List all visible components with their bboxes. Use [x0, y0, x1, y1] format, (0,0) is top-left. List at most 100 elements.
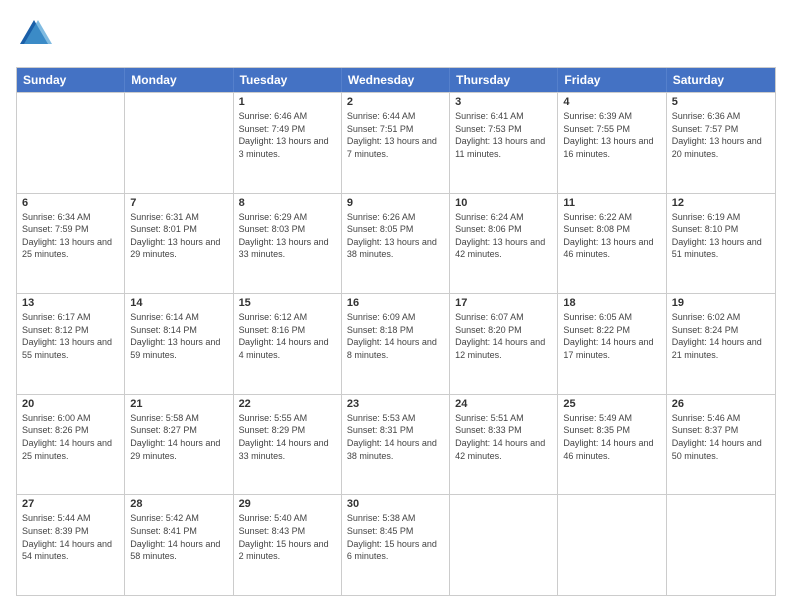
cal-row-5: 27 Sunrise: 5:44 AM Sunset: 8:39 PM Dayli…	[17, 494, 775, 595]
day-info: Sunrise: 5:42 AM Sunset: 8:41 PM Dayligh…	[130, 512, 227, 562]
day-info: Sunrise: 6:34 AM Sunset: 7:59 PM Dayligh…	[22, 211, 119, 261]
day-number: 22	[239, 398, 336, 410]
cal-cell-3-1: 13 Sunrise: 6:17 AM Sunset: 8:12 PM Dayli…	[17, 294, 125, 394]
day-number: 14	[130, 297, 227, 309]
day-number: 12	[672, 197, 770, 209]
cal-cell-1-3: 1Sunrise: 6:46 AM Sunset: 7:49 PM Daylig…	[234, 93, 342, 193]
cal-cell-1-1	[17, 93, 125, 193]
cal-cell-4-3: 22Sunrise: 5:55 AM Sunset: 8:29 PM Dayli…	[234, 395, 342, 495]
cal-cell-5-4: 30Sunrise: 5:38 AM Sunset: 8:45 PM Dayli…	[342, 495, 450, 595]
day-info: Sunrise: 6:44 AM Sunset: 7:51 PM Dayligh…	[347, 110, 444, 160]
day-info: Sunrise: 6:41 AM Sunset: 7:53 PM Dayligh…	[455, 110, 552, 160]
cal-cell-2-4: 9 Sunrise: 6:26 AM Sunset: 8:05 PM Daylig…	[342, 194, 450, 294]
day-number: 13	[22, 297, 119, 309]
cal-header-wednesday: Wednesday	[342, 68, 450, 92]
cal-header-saturday: Saturday	[667, 68, 775, 92]
day-number: 15	[239, 297, 336, 309]
day-number: 19	[672, 297, 770, 309]
cal-cell-1-4: 2Sunrise: 6:44 AM Sunset: 7:51 PM Daylig…	[342, 93, 450, 193]
cal-cell-5-6	[558, 495, 666, 595]
day-number: 17	[455, 297, 552, 309]
day-info: Sunrise: 6:39 AM Sunset: 7:55 PM Dayligh…	[563, 110, 660, 160]
day-info: Sunrise: 6:05 AM Sunset: 8:22 PM Dayligh…	[563, 311, 660, 361]
cal-cell-1-5: 3 Sunrise: 6:41 AM Sunset: 7:53 PM Daylig…	[450, 93, 558, 193]
cal-header-sunday: Sunday	[17, 68, 125, 92]
day-info: Sunrise: 5:44 AM Sunset: 8:39 PM Dayligh…	[22, 512, 119, 562]
day-info: Sunrise: 6:17 AM Sunset: 8:12 PM Dayligh…	[22, 311, 119, 361]
day-info: Sunrise: 6:36 AM Sunset: 7:57 PM Dayligh…	[672, 110, 770, 160]
day-info: Sunrise: 6:29 AM Sunset: 8:03 PM Dayligh…	[239, 211, 336, 261]
cal-header-friday: Friday	[558, 68, 666, 92]
day-number: 4	[563, 96, 660, 108]
cal-cell-3-3: 15 Sunrise: 6:12 AM Sunset: 8:16 PM Dayli…	[234, 294, 342, 394]
cal-cell-2-5: 10 Sunrise: 6:24 AM Sunset: 8:06 PM Dayli…	[450, 194, 558, 294]
cal-cell-5-7	[667, 495, 775, 595]
day-info: Sunrise: 5:38 AM Sunset: 8:45 PM Dayligh…	[347, 512, 444, 562]
cal-header-tuesday: Tuesday	[234, 68, 342, 92]
calendar-header: SundayMondayTuesdayWednesdayThursdayFrid…	[17, 68, 775, 92]
cal-cell-4-4: 23 Sunrise: 5:53 AM Sunset: 8:31 PM Dayli…	[342, 395, 450, 495]
logo	[16, 16, 56, 57]
day-info: Sunrise: 5:53 AM Sunset: 8:31 PM Dayligh…	[347, 412, 444, 462]
day-number: 5	[672, 96, 770, 108]
day-number: 23	[347, 398, 444, 410]
day-number: 21	[130, 398, 227, 410]
day-number: 26	[672, 398, 770, 410]
day-number: 24	[455, 398, 552, 410]
cal-header-monday: Monday	[125, 68, 233, 92]
calendar-body: 1Sunrise: 6:46 AM Sunset: 7:49 PM Daylig…	[17, 92, 775, 595]
cal-cell-2-1: 6 Sunrise: 6:34 AM Sunset: 7:59 PM Daylig…	[17, 194, 125, 294]
cal-cell-2-7: 12 Sunrise: 6:19 AM Sunset: 8:10 PM Dayli…	[667, 194, 775, 294]
day-info: Sunrise: 5:40 AM Sunset: 8:43 PM Dayligh…	[239, 512, 336, 562]
cal-cell-1-2	[125, 93, 233, 193]
day-info: Sunrise: 6:26 AM Sunset: 8:05 PM Dayligh…	[347, 211, 444, 261]
cal-cell-2-3: 8Sunrise: 6:29 AM Sunset: 8:03 PM Daylig…	[234, 194, 342, 294]
cal-row-4: 20 Sunrise: 6:00 AM Sunset: 8:26 PM Dayli…	[17, 394, 775, 495]
day-info: Sunrise: 5:49 AM Sunset: 8:35 PM Dayligh…	[563, 412, 660, 462]
cal-cell-2-6: 11Sunrise: 6:22 AM Sunset: 8:08 PM Dayli…	[558, 194, 666, 294]
cal-header-thursday: Thursday	[450, 68, 558, 92]
day-info: Sunrise: 6:24 AM Sunset: 8:06 PM Dayligh…	[455, 211, 552, 261]
day-info: Sunrise: 6:19 AM Sunset: 8:10 PM Dayligh…	[672, 211, 770, 261]
day-number: 28	[130, 498, 227, 510]
day-number: 11	[563, 197, 660, 209]
cal-cell-4-1: 20 Sunrise: 6:00 AM Sunset: 8:26 PM Dayli…	[17, 395, 125, 495]
cal-cell-3-2: 14Sunrise: 6:14 AM Sunset: 8:14 PM Dayli…	[125, 294, 233, 394]
day-info: Sunrise: 6:31 AM Sunset: 8:01 PM Dayligh…	[130, 211, 227, 261]
cal-cell-1-6: 4 Sunrise: 6:39 AM Sunset: 7:55 PM Daylig…	[558, 93, 666, 193]
cal-cell-4-2: 21Sunrise: 5:58 AM Sunset: 8:27 PM Dayli…	[125, 395, 233, 495]
calendar: SundayMondayTuesdayWednesdayThursdayFrid…	[16, 67, 776, 596]
cal-cell-3-6: 18 Sunrise: 6:05 AM Sunset: 8:22 PM Dayli…	[558, 294, 666, 394]
cal-cell-2-2: 7 Sunrise: 6:31 AM Sunset: 8:01 PM Daylig…	[125, 194, 233, 294]
cal-row-2: 6 Sunrise: 6:34 AM Sunset: 7:59 PM Daylig…	[17, 193, 775, 294]
day-info: Sunrise: 5:51 AM Sunset: 8:33 PM Dayligh…	[455, 412, 552, 462]
cal-cell-4-7: 26Sunrise: 5:46 AM Sunset: 8:37 PM Dayli…	[667, 395, 775, 495]
cal-cell-3-4: 16 Sunrise: 6:09 AM Sunset: 8:18 PM Dayli…	[342, 294, 450, 394]
day-number: 29	[239, 498, 336, 510]
day-number: 27	[22, 498, 119, 510]
day-number: 7	[130, 197, 227, 209]
cal-cell-3-5: 17 Sunrise: 6:07 AM Sunset: 8:20 PM Dayli…	[450, 294, 558, 394]
day-info: Sunrise: 6:09 AM Sunset: 8:18 PM Dayligh…	[347, 311, 444, 361]
day-number: 10	[455, 197, 552, 209]
day-number: 18	[563, 297, 660, 309]
cal-cell-5-5	[450, 495, 558, 595]
cal-cell-1-7: 5 Sunrise: 6:36 AM Sunset: 7:57 PM Daylig…	[667, 93, 775, 193]
cal-cell-4-5: 24 Sunrise: 5:51 AM Sunset: 8:33 PM Dayli…	[450, 395, 558, 495]
cal-cell-3-7: 19Sunrise: 6:02 AM Sunset: 8:24 PM Dayli…	[667, 294, 775, 394]
cal-row-1: 1Sunrise: 6:46 AM Sunset: 7:49 PM Daylig…	[17, 92, 775, 193]
page-header	[16, 16, 776, 57]
day-info: Sunrise: 6:00 AM Sunset: 8:26 PM Dayligh…	[22, 412, 119, 462]
cal-cell-5-2: 28 Sunrise: 5:42 AM Sunset: 8:41 PM Dayli…	[125, 495, 233, 595]
day-number: 16	[347, 297, 444, 309]
cal-cell-5-3: 29 Sunrise: 5:40 AM Sunset: 8:43 PM Dayli…	[234, 495, 342, 595]
cal-row-3: 13 Sunrise: 6:17 AM Sunset: 8:12 PM Dayli…	[17, 293, 775, 394]
day-number: 20	[22, 398, 119, 410]
day-number: 6	[22, 197, 119, 209]
day-info: Sunrise: 6:07 AM Sunset: 8:20 PM Dayligh…	[455, 311, 552, 361]
day-number: 9	[347, 197, 444, 209]
logo-icon	[16, 16, 52, 52]
day-info: Sunrise: 6:12 AM Sunset: 8:16 PM Dayligh…	[239, 311, 336, 361]
day-number: 3	[455, 96, 552, 108]
day-number: 25	[563, 398, 660, 410]
